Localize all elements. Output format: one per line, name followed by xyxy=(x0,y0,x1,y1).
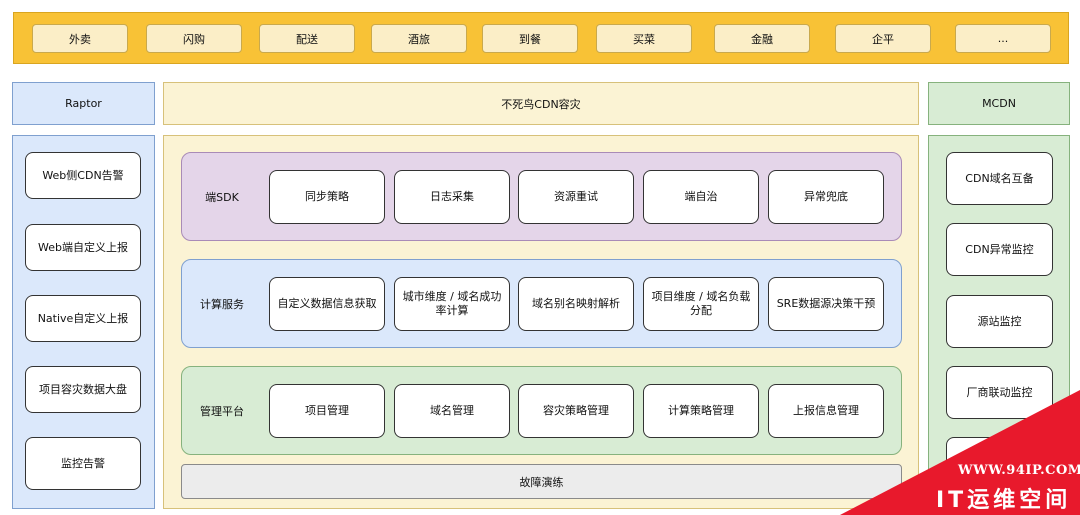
sdk-item-label: 同步策略 xyxy=(305,190,349,204)
business-item-shangou[interactable]: 闪购 xyxy=(146,24,242,53)
manage-item-label: 计算策略管理 xyxy=(668,404,734,418)
business-item-daocan[interactable]: 到餐 xyxy=(482,24,578,53)
manage-item-domain[interactable]: 域名管理 xyxy=(394,384,510,438)
business-item-jinrong[interactable]: 金融 xyxy=(714,24,810,53)
header-raptor: Raptor xyxy=(12,82,155,125)
header-cdn-disaster-recovery: 不死鸟CDN容灾 xyxy=(163,82,919,125)
header-label: MCDN xyxy=(982,97,1016,110)
business-item-label: 金融 xyxy=(751,32,773,46)
manage-item-label: 容灾策略管理 xyxy=(543,404,609,418)
band-manage-label: 管理平台 xyxy=(200,404,244,418)
mcdn-item-label: CDN异常监控 xyxy=(965,242,1034,256)
business-item-maicai[interactable]: 买菜 xyxy=(596,24,692,53)
business-item-waimai[interactable]: 外卖 xyxy=(32,24,128,53)
sdk-item-resource-retry[interactable]: 资源重试 xyxy=(518,170,634,224)
manage-item-label: 域名管理 xyxy=(430,404,474,418)
sdk-item-sync-strategy[interactable]: 同步策略 xyxy=(269,170,385,224)
header-mcdn: MCDN xyxy=(928,82,1070,125)
raptor-item-label: Web侧CDN告警 xyxy=(42,168,124,182)
manage-item-label: 项目管理 xyxy=(305,404,349,418)
fault-drill-bar[interactable]: 故障演练 xyxy=(181,464,902,499)
sdk-item-label: 日志采集 xyxy=(430,190,474,204)
raptor-item-web-custom-report[interactable]: Web端自定义上报 xyxy=(25,224,141,271)
mcdn-item-cdn-monitor[interactable]: CDN异常监控 xyxy=(946,223,1053,276)
sdk-item-label: 资源重试 xyxy=(554,190,598,204)
mcdn-item-domain-backup[interactable]: CDN域名互备 xyxy=(946,152,1053,205)
business-item-label: ... xyxy=(997,32,1009,45)
business-item-more[interactable]: ... xyxy=(955,24,1051,53)
business-item-label: 酒旅 xyxy=(408,32,430,46)
mcdn-item-origin-monitor[interactable]: 源站监控 xyxy=(946,295,1053,348)
compute-item-label: 项目维度 / 域名负载分配 xyxy=(651,290,751,317)
compute-item-sre-intervention[interactable]: SRE数据源决策干预 xyxy=(768,277,884,331)
raptor-item-label: 项目容灾数据大盘 xyxy=(39,382,127,396)
business-item-label: 闪购 xyxy=(183,32,205,46)
compute-item-alias-mapping[interactable]: 域名别名映射解析 xyxy=(518,277,634,331)
watermark-title: IT运维空间 xyxy=(936,488,1072,513)
manage-item-project[interactable]: 项目管理 xyxy=(269,384,385,438)
compute-item-label: 自定义数据信息获取 xyxy=(277,297,377,311)
business-item-peisong[interactable]: 配送 xyxy=(259,24,355,53)
business-item-label: 买菜 xyxy=(633,32,655,46)
raptor-item-web-cdn-alert[interactable]: Web侧CDN告警 xyxy=(25,152,141,199)
compute-item-label: 城市维度 / 域名成功率计算 xyxy=(402,290,502,317)
compute-item-label: 域名别名映射解析 xyxy=(532,297,620,311)
sdk-item-client-autonomy[interactable]: 端自治 xyxy=(643,170,759,224)
business-item-label: 到餐 xyxy=(519,32,541,46)
raptor-item-monitor-alert[interactable]: 监控告警 xyxy=(25,437,141,490)
raptor-item-label: Web端自定义上报 xyxy=(38,240,128,254)
business-item-label: 外卖 xyxy=(69,32,91,46)
header-label: 不死鸟CDN容灾 xyxy=(501,97,581,111)
manage-item-compute-strategy[interactable]: 计算策略管理 xyxy=(643,384,759,438)
watermark-url: WWW.94IP.COM xyxy=(958,463,1080,478)
compute-item-custom-data[interactable]: 自定义数据信息获取 xyxy=(269,277,385,331)
sdk-item-label: 端自治 xyxy=(684,190,718,204)
raptor-item-label: 监控告警 xyxy=(61,456,105,470)
band-compute-label: 计算服务 xyxy=(200,297,244,311)
manage-item-dr-strategy[interactable]: 容灾策略管理 xyxy=(518,384,634,438)
band-sdk-label: 端SDK xyxy=(205,190,239,204)
sdk-item-exception-fallback[interactable]: 异常兜底 xyxy=(768,170,884,224)
header-label: Raptor xyxy=(65,97,102,110)
business-item-qiping[interactable]: 企平 xyxy=(835,24,931,53)
mcdn-item-label: 源站监控 xyxy=(977,314,1022,328)
raptor-item-native-custom-report[interactable]: Native自定义上报 xyxy=(25,295,141,342)
business-item-label: 配送 xyxy=(296,32,318,46)
compute-item-load-allocation[interactable]: 项目维度 / 域名负载分配 xyxy=(643,277,759,331)
raptor-item-dashboard[interactable]: 项目容灾数据大盘 xyxy=(25,366,141,413)
compute-item-city-success-rate[interactable]: 城市维度 / 域名成功率计算 xyxy=(394,277,510,331)
business-item-label: 企平 xyxy=(872,32,894,46)
raptor-item-label: Native自定义上报 xyxy=(37,311,129,325)
business-item-jiulv[interactable]: 酒旅 xyxy=(371,24,467,53)
compute-item-label: SRE数据源决策干预 xyxy=(776,297,876,311)
mcdn-item-label: CDN域名互备 xyxy=(965,171,1034,185)
fault-drill-label: 故障演练 xyxy=(519,475,564,489)
sdk-item-log-collection[interactable]: 日志采集 xyxy=(394,170,510,224)
sdk-item-label: 异常兜底 xyxy=(804,190,848,204)
